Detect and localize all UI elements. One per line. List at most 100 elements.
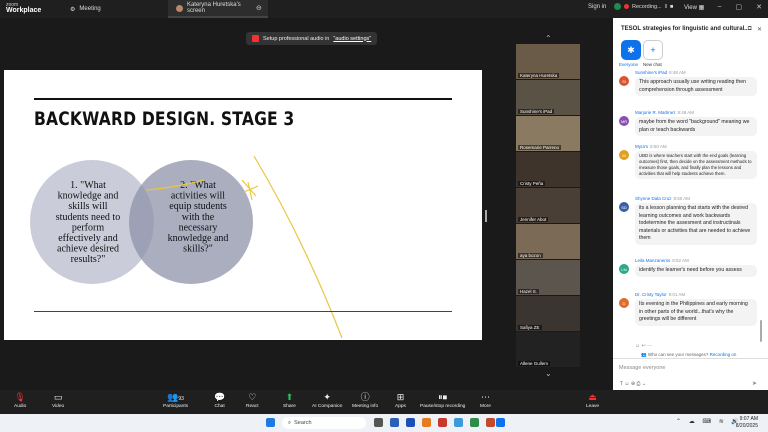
tab-meeting[interactable]: ⚙ Meeting xyxy=(62,0,109,18)
app-icon[interactable] xyxy=(438,418,447,427)
avatar: SD xyxy=(619,202,629,212)
thumbs-down-arrow-icon[interactable]: ⌄ xyxy=(545,369,552,378)
venn-diagram: 1. "Whatknowledge andskills willstudents… xyxy=(30,155,343,339)
participant-name: Sunshine's iPad xyxy=(518,109,555,114)
who-can-see-label: Who can see your messages? xyxy=(647,352,709,357)
send-icon[interactable]: ➤ xyxy=(752,380,757,387)
chat-title: TESOL strategies for linguistic and cult… xyxy=(621,26,750,32)
message-time: 8:48 AM xyxy=(677,110,695,115)
chat-icon: 💬 xyxy=(214,392,226,402)
recording-status[interactable]: Recording... ‖ ■ xyxy=(614,3,673,10)
maximize-icon[interactable]: ▢ xyxy=(736,3,743,11)
participants-count: 93 xyxy=(178,396,184,402)
meeting-toolbar: 🎙 Audio ▭ Video 👥93 Participants 💬 Chat ♡ Rea… xyxy=(0,390,768,414)
close-icon[interactable]: ✕ xyxy=(757,26,762,33)
leave-button[interactable]: ⏏ Leave xyxy=(586,392,599,409)
message-time: 8:50 AM xyxy=(673,196,691,201)
venn-text-line: results?" xyxy=(71,254,106,265)
participant-tile[interactable]: Cristy Peña xyxy=(516,152,580,187)
react-button[interactable]: ♡ React xyxy=(246,392,259,409)
app-icon[interactable] xyxy=(454,418,463,427)
message-text: Its evening in the Philippines and early… xyxy=(635,299,757,326)
popout-icon[interactable]: ⧉ xyxy=(748,26,752,33)
react-label: React xyxy=(246,404,259,409)
participant-tile[interactable]: Kateryna Huretska xyxy=(516,44,580,79)
apps-label: Apps xyxy=(395,404,406,409)
message-text: its a lesson planning that starts with t… xyxy=(635,203,757,245)
minimize-icon[interactable]: – xyxy=(718,3,722,11)
chat-button[interactable]: 💬 Chat xyxy=(214,392,225,409)
message-text: UBD is where teachers start with the end… xyxy=(635,151,757,179)
participant-name: Jennifer Abot xyxy=(518,217,549,222)
sign-in-button[interactable]: Sign in xyxy=(588,4,606,10)
participant-tile[interactable]: Jennifer Abot xyxy=(516,188,580,223)
more-label: More xyxy=(480,404,491,409)
tab-shared-screen[interactable]: Kateryna Huretska's screen xyxy=(168,0,268,18)
camera-icon: ▭ xyxy=(53,392,63,402)
splitter-handle[interactable] xyxy=(485,210,487,222)
participant-tile[interactable]: Sunshine's iPad xyxy=(516,80,580,115)
share-icon: ⬆ xyxy=(285,392,294,402)
participant-name: Rosemarie Parreno xyxy=(518,145,562,150)
taskbar-search[interactable]: ⌕ Search xyxy=(282,417,366,429)
participants-button[interactable]: 👥93 Participants xyxy=(163,392,188,409)
system-tray[interactable]: ⌃ ☁ ⌨ ≋ 🔊 xyxy=(676,418,742,425)
zoom-taskbar-icon[interactable] xyxy=(496,418,505,427)
more-button[interactable]: ⋯ More xyxy=(480,392,491,409)
chat-label: Chat xyxy=(214,404,225,409)
powerpoint-icon[interactable] xyxy=(486,418,495,427)
chat-scrollbar[interactable] xyxy=(760,320,762,342)
new-chat-label: New chat xyxy=(643,62,662,67)
video-label: Video xyxy=(52,404,65,409)
participant-gallery: Kateryna Huretska Sunshine's iPad Rosemari… xyxy=(516,44,582,370)
pause-label: Pause/stop recording xyxy=(420,404,466,409)
recording-on-label: Recording on xyxy=(709,352,737,357)
everyone-button[interactable]: ✱ xyxy=(621,40,641,60)
thumbs-up-arrow-icon[interactable]: ⌃ xyxy=(545,34,552,43)
venn-text-line: knowledge and xyxy=(58,191,119,202)
everyone-label: Everyone xyxy=(619,62,639,67)
excel-icon[interactable] xyxy=(470,418,479,427)
message-input[interactable]: Message everyone xyxy=(619,365,665,371)
audio-settings-link[interactable]: "audio settings" xyxy=(333,36,371,42)
message-reactions[interactable]: ☺ ↩ ⋯ xyxy=(635,343,652,349)
ai-companion-button[interactable]: ✦ AI Companion xyxy=(312,392,342,409)
participant-tile[interactable]: Rosemarie Parreno xyxy=(516,116,580,151)
venn-text-line: perform xyxy=(72,222,104,233)
participant-tile[interactable]: Safiya ZE xyxy=(516,296,580,331)
view-button[interactable]: View ▦ xyxy=(684,4,704,11)
participant-tile[interactable]: Allene Gullem xyxy=(516,332,580,367)
venn-text-line: skills?" xyxy=(183,244,213,255)
audio-settings-banner[interactable]: Setup professional audio in "audio setti… xyxy=(246,32,378,45)
firefox-icon[interactable] xyxy=(422,418,431,427)
info-icon: ⓘ xyxy=(360,392,370,402)
compose-tools[interactable]: T ☺ ⊕ ⎙ ⌄ xyxy=(620,381,646,387)
more-icon[interactable]: ⋯ xyxy=(737,26,743,33)
stop-icon[interactable]: ■ xyxy=(670,4,673,10)
people-icon: ✱ xyxy=(627,44,635,55)
participant-name: Cristy Peña xyxy=(518,181,546,186)
share-button[interactable]: ⬆ Share xyxy=(283,392,296,409)
close-icon[interactable]: ✕ xyxy=(756,3,762,11)
video-button[interactable]: ▭ Video xyxy=(52,392,64,409)
meeting-info-button[interactable]: ⓘ Meeting info xyxy=(352,392,378,409)
word-icon[interactable] xyxy=(390,418,399,427)
slide-bottom-rule xyxy=(34,311,452,312)
audio-button[interactable]: 🎙 Audio xyxy=(14,392,26,409)
participant-tile[interactable]: Hazel S. xyxy=(516,260,580,295)
participant-tile[interactable]: aya bozon xyxy=(516,224,580,259)
sparkle-icon: ✦ xyxy=(323,392,331,402)
task-view-icon[interactable] xyxy=(374,418,383,427)
participants-icon: 👥93 xyxy=(167,392,184,402)
start-icon[interactable] xyxy=(266,418,275,427)
apps-button[interactable]: ⊞ Apps xyxy=(395,392,406,409)
new-chat-button[interactable]: + xyxy=(643,40,663,60)
message-sender: Dr. Cristy Taylor 9:01 AM xyxy=(635,292,685,297)
outlook-icon[interactable] xyxy=(406,418,415,427)
pause-icon[interactable]: ‖ xyxy=(665,4,667,10)
pause-recording-button[interactable]: ⏸⏹ Pause/stop recording xyxy=(420,392,465,409)
plus-icon: + xyxy=(650,45,656,55)
clock[interactable]: 9:07 AM 8/20/2025 xyxy=(736,416,758,430)
sender-name: Sunshine's iPad xyxy=(635,70,668,75)
tab-options-icon[interactable]: ⊖ xyxy=(256,4,262,12)
